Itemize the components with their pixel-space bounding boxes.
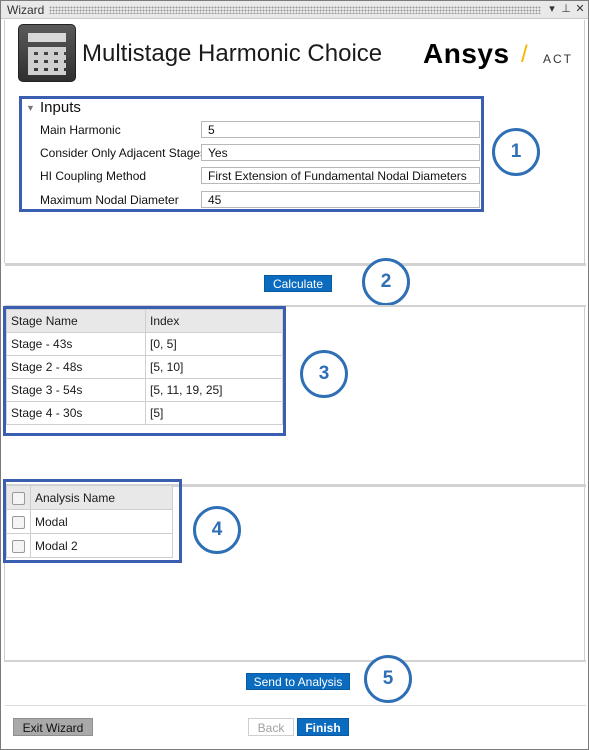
section-divider [5,660,586,662]
titlebar-grip[interactable] [49,6,541,14]
panel-border-right [584,20,585,263]
callout-2: 2 [362,258,410,306]
inputs-group-title: Inputs [40,99,81,116]
panel-border-left [4,20,5,263]
exit-wizard-button[interactable]: Exit Wizard [13,718,93,736]
ansys-logo: Ansys [423,38,510,69]
callout-3: 3 [300,350,348,398]
max-nodal-diameter-label: Maximum Nodal Diameter [40,193,179,207]
callout-5: 5 [364,655,412,703]
brand-slash: / [521,41,528,68]
callout-4: 4 [193,506,241,554]
panel-border-left [4,563,5,662]
act-label: ACT [543,52,573,66]
finish-button[interactable]: Finish [297,718,349,736]
adjacent-stages-field[interactable]: Yes [201,144,480,161]
max-nodal-diameter-field[interactable]: 45 [201,191,480,208]
hi-coupling-label: HI Coupling Method [40,169,147,183]
wizard-titlebar: Wizard ▾ ⊥ ✕ [1,1,588,19]
analysis-table-highlight-box [3,479,182,563]
section-divider [5,263,586,266]
adjacent-stages-label: Consider Only Adjacent Stages [40,146,207,160]
send-to-analysis-button[interactable]: Send to Analysis [246,673,350,690]
panel-border-right [584,487,585,662]
stage-table-highlight-box [3,306,286,436]
panel-border-right [584,307,585,485]
collapse-triangle-icon[interactable]: ▼ [26,103,35,113]
main-harmonic-label: Main Harmonic [40,123,121,137]
page-title: Multistage Harmonic Choice [82,40,383,67]
hi-coupling-field[interactable]: First Extension of Fundamental Nodal Dia… [201,167,480,184]
close-icon[interactable]: ✕ [574,2,586,15]
callout-1: 1 [492,128,540,176]
footer-divider [5,705,586,706]
calculator-icon [18,24,76,82]
calculate-button[interactable]: Calculate [264,275,332,292]
back-button[interactable]: Back [248,718,294,736]
main-harmonic-field[interactable]: 5 [201,121,480,138]
dropdown-icon[interactable]: ▾ [546,2,558,15]
window-title: Wizard [7,3,45,17]
pin-icon[interactable]: ⊥ [560,2,572,15]
